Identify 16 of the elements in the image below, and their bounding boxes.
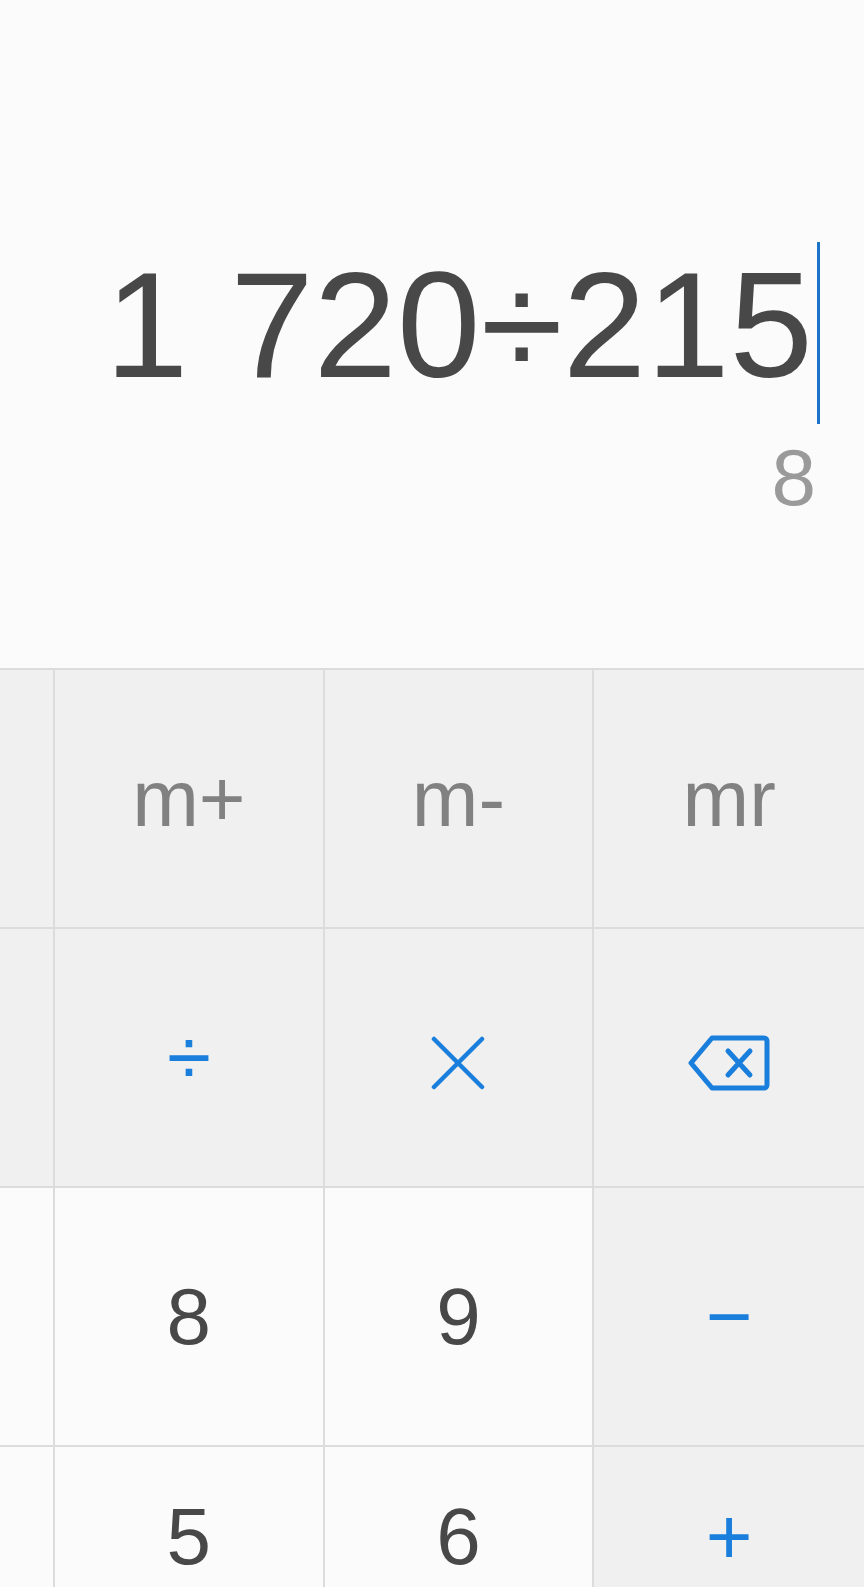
operator-key[interactable]: − [693, 1276, 765, 1357]
digit-key[interactable]: 5 [154, 1497, 224, 1577]
operator-key[interactable]: + [693, 1497, 765, 1577]
operator-key[interactable]: ÷ [154, 1017, 223, 1098]
backspace-icon [688, 1035, 771, 1092]
digit-key[interactable]: 9 [424, 1276, 493, 1357]
result-preview: 8 [771, 438, 816, 518]
expression-input[interactable]: 1 720÷215 [105, 250, 813, 400]
multiply-icon [431, 1036, 486, 1091]
digit-key[interactable]: 6 [424, 1497, 493, 1577]
memory-key[interactable]: mr [670, 758, 788, 839]
digit-key[interactable]: 8 [154, 1276, 224, 1357]
partial-key[interactable] [0, 1188, 55, 1447]
partial-key[interactable] [0, 929, 55, 1188]
memory-key[interactable]: m- [399, 758, 518, 839]
memory-key[interactable]: m+ [120, 758, 258, 839]
